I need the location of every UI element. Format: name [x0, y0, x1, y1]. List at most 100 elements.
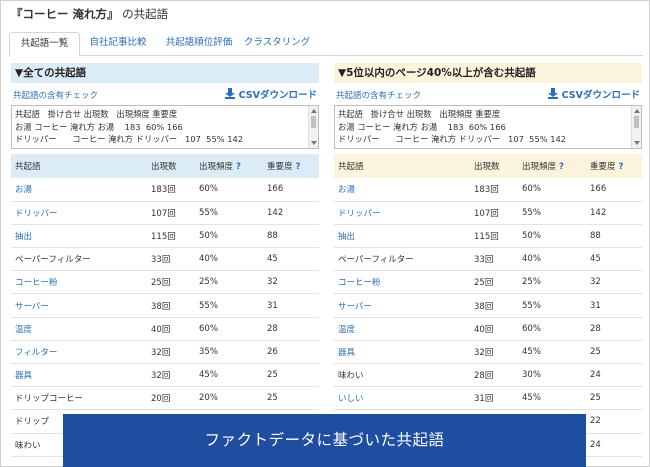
importance-cell: 32 [263, 270, 319, 295]
scroll-up-icon[interactable] [634, 109, 640, 113]
count-cell: 28回 [470, 363, 518, 388]
count-cell: 107回 [147, 201, 195, 225]
tab-bar: 共起語一覧 自社記事比較 共起語順位評価 クラスタリング [9, 32, 643, 57]
page-title-keyword: 『コーヒー 淹れ方』 [11, 7, 119, 21]
column-header-frequency: 出現頻度? [518, 154, 586, 178]
column-header-word: 共起語 [11, 154, 147, 178]
importance-cell: 142 [586, 201, 642, 225]
page-title-suffix: の共起語 [122, 7, 169, 21]
count-cell: 107回 [470, 201, 518, 225]
words-table: 共起語 出現数 出現頻度? 重要度? お湯 183回 60% 166 ドリッパー 107回… [334, 154, 642, 457]
importance-cell: 166 [263, 178, 319, 202]
word-cell[interactable]: お湯 [334, 178, 470, 202]
scroll-thumb[interactable] [311, 116, 316, 128]
scroll-down-icon[interactable] [634, 141, 640, 145]
table-row: 抽出 115回 50% 88 [11, 224, 319, 249]
page-title: 『コーヒー 淹れ方』 の共起語 [11, 6, 168, 22]
inclusion-check-link[interactable]: 共起語の含有チェック [13, 89, 98, 101]
importance-cell: 88 [586, 224, 642, 249]
tab-clustering[interactable]: クラスタリング [241, 32, 313, 56]
textarea-line: 共起語 掛け合せ 出現数 出現頻度 重要度 [15, 109, 178, 119]
table-row: サーバー 38回 55% 31 [11, 293, 319, 318]
inclusion-check-link[interactable]: 共起語の含有チェック [336, 89, 421, 101]
frequency-cell: 55% [518, 201, 586, 225]
textarea-line: 共起語 掛け合せ 出現数 出現頻度 重要度 [338, 109, 501, 119]
table-row: いしい 31回 45% 25 [334, 386, 642, 411]
help-icon[interactable]: ? [236, 162, 241, 172]
word-cell[interactable]: 温度 [11, 317, 147, 341]
frequency-cell: 45% [518, 386, 586, 411]
word-cell[interactable]: コーヒー粉 [11, 270, 147, 295]
column-header-frequency: 出現頻度? [195, 154, 263, 178]
frequency-cell: 45% [518, 340, 586, 365]
frequency-cell: 60% [518, 317, 586, 341]
word-cell[interactable]: サーバー [11, 293, 147, 318]
frequency-cell: 40% [518, 247, 586, 272]
panel-header: ▼全ての共起語 [11, 63, 319, 83]
caption-banner: ファクトデータに基づいた共起語 [63, 414, 586, 467]
tab-own-article-compare[interactable]: 自社記事比較 [82, 32, 154, 56]
help-icon[interactable]: ? [559, 162, 564, 172]
table-row: 味わい 28回 30% 24 [334, 363, 642, 388]
textarea-line: お湯 コーヒー 淹れ方 お湯 183 60% 166 [338, 121, 506, 132]
importance-cell: 25 [263, 363, 319, 388]
app-window: 『コーヒー 淹れ方』 の共起語 共起語一覧 自社記事比較 共起語順位評価 クラス… [0, 0, 650, 467]
panel-subrow: 共起語の含有チェック CSVダウンロード [334, 86, 642, 104]
count-cell: 183回 [470, 178, 518, 202]
csv-download-button[interactable]: CSVダウンロード [224, 87, 317, 101]
word-cell[interactable]: 器具 [334, 340, 470, 365]
word-cell[interactable]: 温度 [334, 317, 470, 341]
count-cell: 38回 [470, 293, 518, 318]
word-cell[interactable]: フィルター [11, 340, 147, 365]
word-cell[interactable]: 器具 [11, 363, 147, 388]
importance-cell: 25 [586, 340, 642, 365]
table-row: コーヒー粉 25回 25% 32 [11, 270, 319, 295]
frequency-cell: 20% [195, 386, 263, 411]
table-header-row: 共起語 出現数 出現頻度? 重要度? [11, 154, 319, 178]
inclusion-check-textarea[interactable]: 共起語 掛け合せ 出現数 出現頻度 重要度 お湯 コーヒー 淹れ方 お湯 183… [11, 105, 319, 149]
word-cell[interactable]: ドリッパー [334, 201, 470, 225]
frequency-cell: 25% [518, 270, 586, 295]
importance-cell: 24 [586, 363, 642, 388]
table-row: フィルター 32回 35% 26 [11, 340, 319, 365]
word-cell[interactable]: いしい [334, 386, 470, 411]
word-cell[interactable]: お湯 [11, 178, 147, 202]
count-cell: 20回 [147, 386, 195, 411]
frequency-cell: 55% [518, 293, 586, 318]
frequency-cell: 50% [195, 224, 263, 249]
inclusion-check-textarea[interactable]: 共起語 掛け合せ 出現数 出現頻度 重要度 お湯 コーヒー 淹れ方 お湯 183… [334, 105, 642, 149]
help-icon[interactable]: ? [296, 162, 301, 172]
word-cell[interactable]: ドリッパー [11, 201, 147, 225]
table-row: サーバー 38回 55% 31 [334, 293, 642, 318]
count-cell: 33回 [470, 247, 518, 272]
csv-download-button[interactable]: CSVダウンロード [547, 87, 640, 101]
column-header-word: 共起語 [334, 154, 470, 178]
tab-rank-evaluation[interactable]: 共起語順位評価 [157, 32, 241, 56]
word-cell[interactable]: コーヒー粉 [334, 270, 470, 295]
count-cell: 115回 [470, 224, 518, 249]
importance-cell: 25 [263, 386, 319, 411]
scroll-down-icon[interactable] [311, 141, 317, 145]
word-cell: ペーパーフィルター [334, 247, 470, 272]
frequency-cell: 30% [518, 363, 586, 388]
importance-cell: 45 [586, 247, 642, 272]
importance-cell: 142 [263, 201, 319, 225]
tab-cooccurrence-list[interactable]: 共起語一覧 [9, 32, 80, 57]
scroll-up-icon[interactable] [311, 109, 317, 113]
frequency-cell: 55% [195, 293, 263, 318]
textarea-line: ドリッパー コーヒー 淹れ方 ドリッパー 107 55% 142 [338, 134, 567, 144]
word-cell[interactable]: 抽出 [11, 224, 147, 249]
textarea-scrollbar[interactable] [631, 106, 641, 148]
word-cell[interactable]: サーバー [334, 293, 470, 318]
csv-download-label: CSVダウンロード [238, 90, 317, 101]
word-cell[interactable]: 抽出 [334, 224, 470, 249]
scroll-thumb[interactable] [634, 116, 639, 128]
textarea-line: ドリッパー コーヒー 淹れ方 ドリッパー 107 55% 142 [15, 134, 244, 144]
words-table: 共起語 出現数 出現頻度? 重要度? お湯 183回 60% 166 ドリッパー 107回… [11, 154, 319, 457]
count-cell: 31回 [470, 386, 518, 411]
textarea-scrollbar[interactable] [308, 106, 318, 148]
table-row: 温度 40回 60% 28 [11, 317, 319, 341]
count-cell: 32回 [470, 340, 518, 365]
help-icon[interactable]: ? [619, 162, 624, 172]
download-icon [224, 88, 235, 99]
